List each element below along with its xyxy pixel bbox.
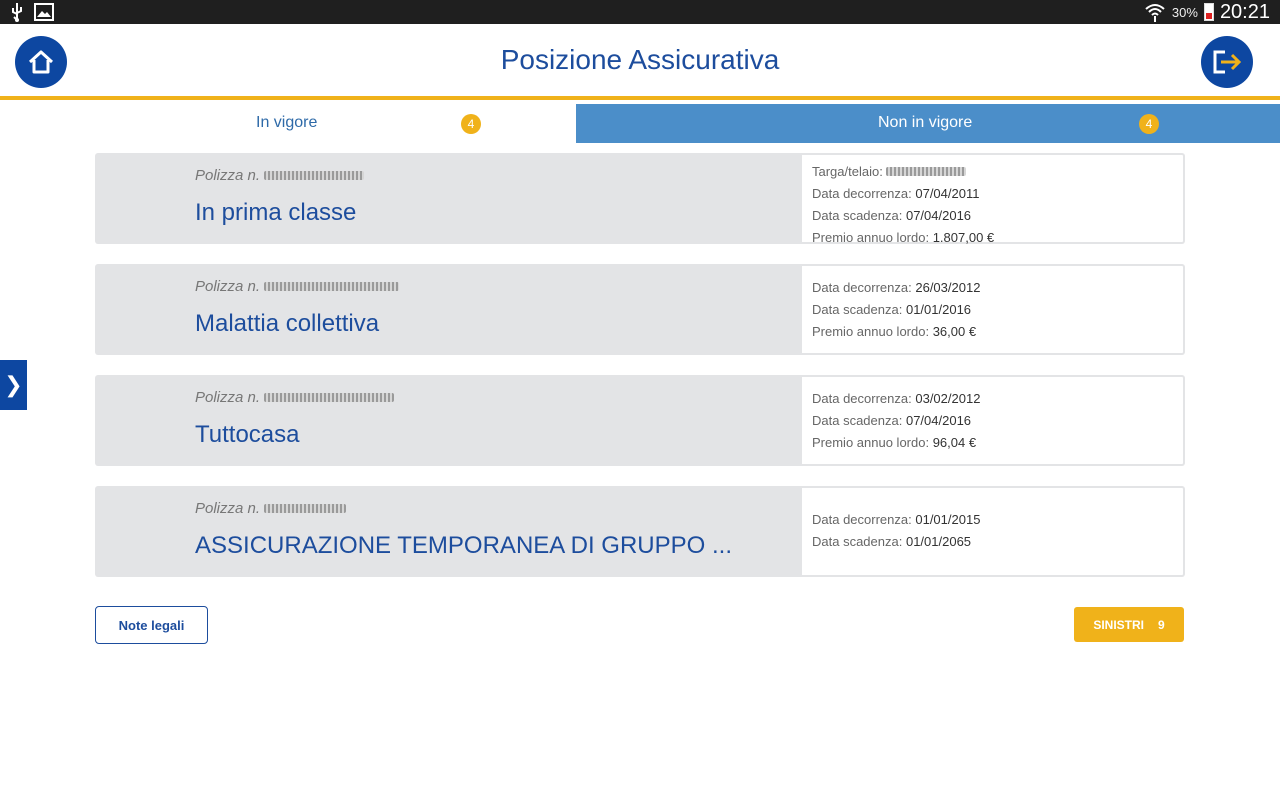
status-bar-left [10,2,54,22]
policy-number-label: Polizza n. [195,167,261,184]
app-header: Posizione Assicurativa [0,24,1280,100]
image-icon [34,3,54,21]
tab-count-badge: 4 [461,114,481,134]
policy-card-main: Polizza n. ASSICURAZIONE TEMPORANEA DI G… [95,486,802,577]
tab-non-in-vigore[interactable]: Non in vigore 4 [576,104,1280,143]
policy-name: In prima classe [195,199,357,226]
policy-details: Data decorrenza: 01/01/2015 Data scadenz… [802,486,1185,577]
status-bar: 30% 20:21 [0,0,1280,24]
policy-number-label: Polizza n. [195,500,261,517]
policy-number: Polizza n. [195,389,395,406]
policy-name: Tuttocasa [195,421,300,448]
policy-details: Data decorrenza: 03/02/2012 Data scadenz… [802,375,1185,466]
policy-number-label: Polizza n. [195,278,261,295]
policy-name: ASSICURAZIONE TEMPORANEA DI GRUPPO ... [195,532,732,559]
tab-label: Non in vigore [878,114,973,131]
policy-start-date: Data decorrenza: 07/04/2011 [812,186,980,201]
policy-card-main: Polizza n. Malattia collettiva [95,264,802,355]
policy-card-main: Polizza n. Tuttocasa [95,375,802,466]
tab-count-badge: 4 [1139,114,1159,134]
policy-card[interactable]: Polizza n. Tuttocasa Data decorrenza: 03… [95,375,1185,466]
policy-end-date: Data scadenza: 01/01/2065 [812,534,972,549]
wifi-icon [1145,4,1165,22]
redacted-policy-number [264,504,347,513]
policy-end-date: Data scadenza: 01/01/2016 [812,302,972,317]
claims-label: SINISTRI [1093,617,1144,632]
policy-premium: Premio annuo lordo: 36,00 € [812,324,977,339]
policy-name: Malattia collettiva [195,310,380,337]
clock: 20:21 [1219,0,1270,23]
battery-icon [1203,3,1214,21]
tab-in-vigore[interactable]: In vigore 4 [0,104,576,143]
redacted-policy-number [264,282,400,291]
policy-card-main: Polizza n. In prima classe [95,153,802,244]
policy-start-date: Data decorrenza: 01/01/2015 [812,512,981,527]
legal-notes-button[interactable]: Note legali [95,606,208,644]
policy-number: Polizza n. [195,167,365,184]
policy-details: Targa/telaio: Data decorrenza: 07/04/201… [802,153,1185,245]
policy-number-label: Polizza n. [195,389,261,406]
policy-status-tabs: In vigore 4 Non in vigore 4 [0,104,1280,143]
policy-premium: Premio annuo lordo: 1.807,00 € [812,230,995,245]
chevron-right-icon: ❯ [4,372,23,397]
battery-percent: 30% [1171,4,1198,20]
claims-button[interactable]: SINISTRI 9 [1074,607,1184,642]
logout-icon [1213,50,1242,74]
usb-icon [12,3,22,22]
policy-card[interactable]: Polizza n. Malattia collettiva Data deco… [95,264,1185,355]
claims-count: 9 [1157,617,1165,632]
policy-end-date: Data scadenza: 07/04/2016 [812,413,972,428]
redacted-policy-number [264,393,395,402]
policy-card[interactable]: Polizza n. ASSICURAZIONE TEMPORANEA DI G… [95,486,1185,577]
policy-premium: Premio annuo lordo: 96,04 € [812,435,977,450]
page-title: Posizione Assicurativa [500,44,780,75]
policy-number: Polizza n. [195,500,347,517]
policy-end-date: Data scadenza: 07/04/2016 [812,208,972,223]
policy-start-date: Data decorrenza: 03/02/2012 [812,391,981,406]
side-menu-handle[interactable]: ❯ [0,360,27,410]
redacted-policy-number [264,171,365,180]
policy-start-date: Data decorrenza: 26/03/2012 [812,280,981,295]
redacted-plate [886,167,967,176]
policy-details: Data decorrenza: 26/03/2012 Data scadenz… [802,264,1185,355]
tab-label: In vigore [256,114,318,131]
status-bar-right: 30% 20:21 [1144,0,1270,24]
policy-plate: Targa/telaio: [812,161,1183,183]
policy-number: Polizza n. [195,278,400,295]
policy-card[interactable]: Polizza n. In prima classe Targa/telaio:… [95,153,1185,245]
logout-button[interactable] [1201,36,1253,88]
